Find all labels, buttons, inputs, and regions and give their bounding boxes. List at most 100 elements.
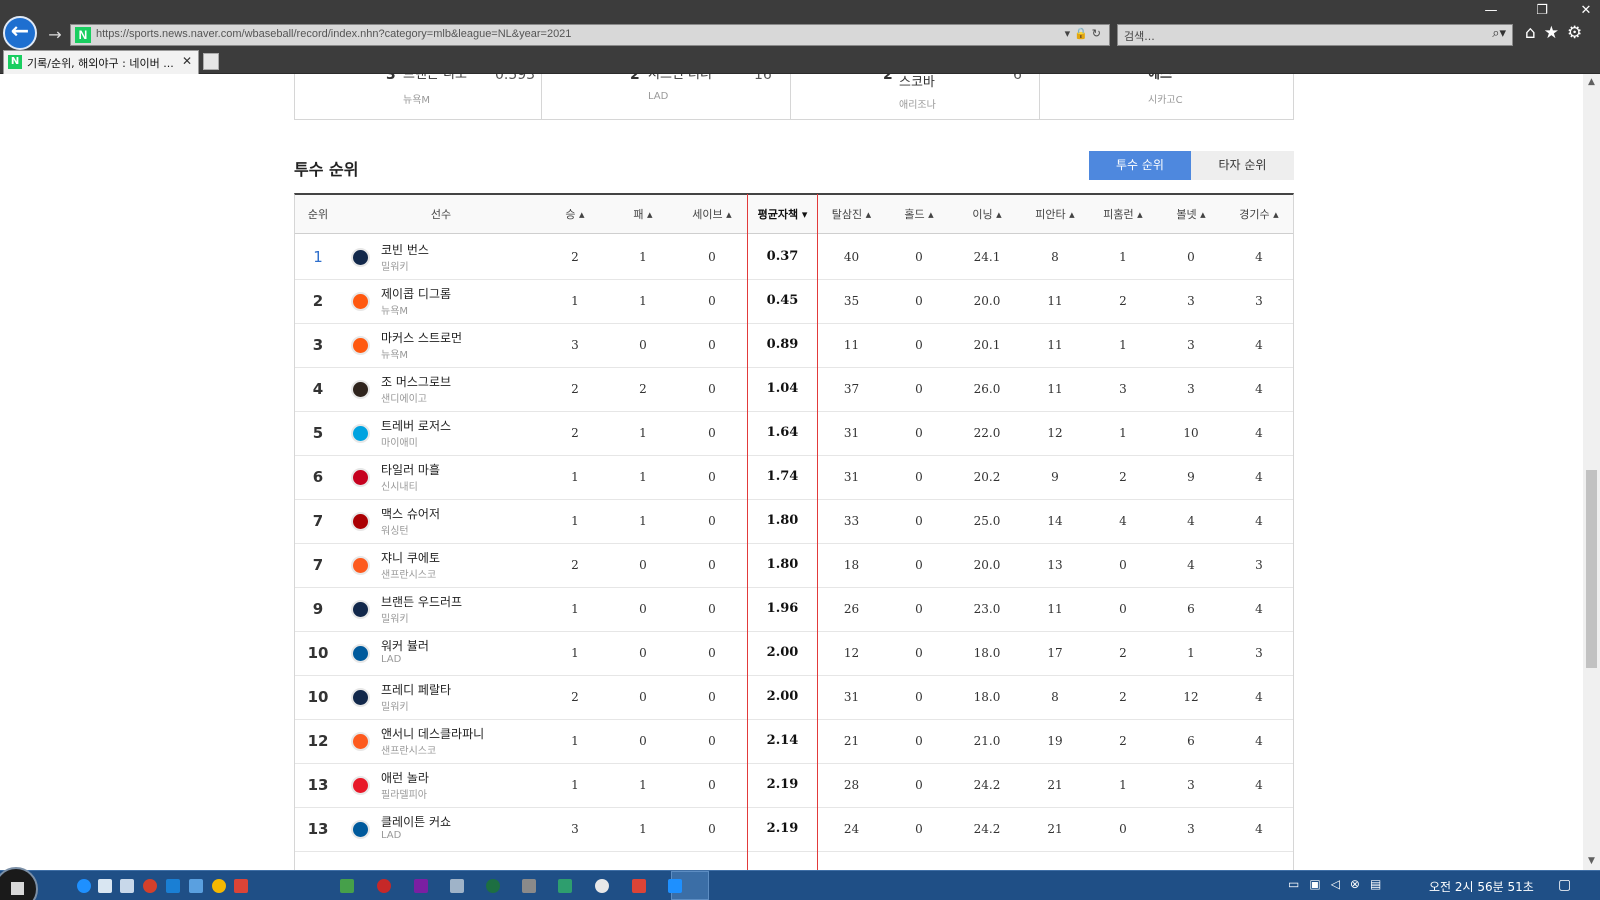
app-icon[interactable]: [143, 879, 157, 893]
table-row[interactable]: 3 마커스 스트로먼 뉴욕M 3 0 0 0.89 11 0 20.1 11 1 3 4: [295, 323, 1293, 368]
forward-button[interactable]: →: [44, 25, 66, 45]
table-row[interactable]: 9 브랜든 우드러프 밀워키 1 0 0 1.96 26 0 23.0 11 0 6 4: [295, 587, 1293, 632]
table-row[interactable]: 4 조 머스그로브 샌디에이고 2 2 0 1.04 37 0 26.0 11 3 3 4: [295, 367, 1293, 412]
start-button[interactable]: [0, 867, 38, 900]
col-homeruns[interactable]: 피홈런 ▴: [1089, 195, 1157, 234]
store-icon[interactable]: [189, 879, 203, 893]
col-hits[interactable]: 피안타 ▴: [1021, 195, 1089, 234]
app7-icon[interactable]: [522, 879, 536, 893]
restore-icon[interactable]: ❐: [1528, 2, 1556, 20]
table-row[interactable]: 10 프레디 페랄타 밀워키 2 0 0 2.00 31 0 18.0 8 2 12 4: [295, 675, 1293, 720]
chrome-icon-2[interactable]: [595, 879, 609, 893]
col-innings[interactable]: 이닝 ▴: [953, 195, 1021, 234]
minimize-icon[interactable]: —: [1477, 2, 1505, 20]
col-strikeouts[interactable]: 탈삼진 ▴: [818, 195, 885, 234]
player-team: LAD: [381, 654, 402, 665]
player-name-link[interactable]: 애런 놀라: [381, 769, 429, 786]
active-tab[interactable]: N 기록/순위, 해외야구 : 네이버 ... ✕: [3, 50, 199, 74]
player-name-link[interactable]: 맥스 슈어저: [381, 505, 440, 522]
batter-ranking-tab[interactable]: 타자 순위: [1191, 151, 1294, 180]
scroll-up-arrow-icon[interactable]: ▲: [1583, 74, 1600, 91]
col-losses[interactable]: 패 ▴: [609, 195, 677, 234]
table-row[interactable]: 13 애런 놀라 필라델피아 1 1 0 2.19 28 0 24.2 21 1 3 4: [295, 763, 1293, 808]
settings-gear-icon[interactable]: ⚙: [1567, 23, 1590, 43]
back-button[interactable]: ←: [3, 16, 37, 50]
player-name-link[interactable]: 코빈 번스: [381, 241, 429, 258]
tab-title[interactable]: 기록/순위, 해외야구 : 네이버 ...: [27, 55, 177, 71]
volume-icon[interactable]: ◁: [1331, 877, 1350, 891]
saves-cell: 0: [708, 602, 716, 616]
search-placeholder[interactable]: 검색...: [1124, 28, 1155, 44]
era-cell: 1.80: [766, 513, 799, 528]
ie-icon[interactable]: [77, 879, 91, 893]
app2-icon[interactable]: [212, 879, 226, 893]
app5-icon[interactable]: [414, 879, 428, 893]
keyboard-icon[interactable]: ▭: [1288, 877, 1309, 891]
col-walks[interactable]: 볼넷 ▴: [1157, 195, 1225, 234]
col-saves[interactable]: 세이브 ▴: [677, 195, 747, 234]
app3-icon[interactable]: [340, 879, 354, 893]
vertical-scrollbar[interactable]: ▲ ▼: [1583, 74, 1600, 870]
table-row[interactable]: 2 제이콥 디그롬 뉴욕M 1 1 0 0.45 35 0 20.0 11 2 3 3: [295, 279, 1293, 324]
notepad-icon[interactable]: [98, 879, 112, 893]
player-name-link[interactable]: 트레버 로저스: [381, 417, 451, 434]
system-tray[interactable]: ▭▣◁⊗▤: [1288, 877, 1391, 891]
player-name-link[interactable]: 제이콥 디그롬: [381, 285, 451, 302]
security-icon[interactable]: ⊗: [1350, 877, 1370, 891]
player-name-link[interactable]: 타일러 마흘: [381, 461, 440, 478]
leader-card[interactable]: 에스 시카고C: [1040, 74, 1293, 119]
table-row[interactable]: 13 클레이튼 커쇼 LAD 3 1 0 2.19 24 0 24.2 21 0 3 4: [295, 807, 1293, 852]
player-name-link[interactable]: 프레디 페랄타: [381, 681, 451, 698]
network-icon[interactable]: ▣: [1309, 877, 1330, 891]
new-tab-button[interactable]: [203, 53, 219, 70]
leader-card[interactable]: 2 저스틴 터너 16 LAD: [542, 74, 791, 119]
player-name-link[interactable]: 클레이튼 커쇼: [381, 813, 451, 830]
ie-icon-2[interactable]: [632, 879, 646, 893]
col-games[interactable]: 경기수 ▴: [1225, 195, 1293, 234]
edge-icon[interactable]: [166, 879, 180, 893]
leader-card[interactable]: 2 에두아르도 에 스코바 6 애리조나: [791, 74, 1040, 119]
table-row[interactable]: 1 코빈 번스 밀워키 2 1 0 0.37 40 0 24.1 8 1 0 4: [295, 235, 1293, 280]
url-text[interactable]: https://sports.news.naver.com/wbaseball/…: [96, 28, 571, 40]
player-name-link[interactable]: 쟈니 쿠에토: [381, 549, 440, 566]
close-window-icon[interactable]: ✕: [1572, 2, 1600, 20]
search-box[interactable]: 검색... ⌕▾: [1117, 24, 1513, 46]
window-icon[interactable]: [120, 879, 134, 893]
app8-icon[interactable]: [558, 879, 572, 893]
col-era[interactable]: 평균자책 ▾: [747, 195, 818, 234]
player-name-link[interactable]: 조 머스그로브: [381, 373, 451, 390]
notification-icon[interactable]: ▢: [1558, 877, 1571, 893]
table-row[interactable]: 10 워커 뷸러 LAD 1 0 0 2.00 12 0 18.0 17 2 1 3: [295, 631, 1293, 676]
ime-icon[interactable]: ▤: [1370, 877, 1391, 891]
player-name-link[interactable]: 마커스 스트로먼: [381, 329, 462, 346]
toolbar-icons[interactable]: ⌂★⚙: [1525, 23, 1590, 43]
table-row[interactable]: 6 타일러 마흘 신시내티 1 1 0 1.74 31 0 20.2 9 2 9 4: [295, 455, 1293, 500]
chrome-icon[interactable]: [234, 879, 248, 893]
table-row[interactable]: 12 앤서니 데스클라파니 샌프란시스코 1 0 0 2.14 21 0 21.0 19 2 6 4: [295, 719, 1293, 764]
player-name-link[interactable]: 워커 뷸러: [381, 637, 429, 654]
search-icon[interactable]: ⌕▾: [1492, 26, 1506, 41]
excel-icon[interactable]: [450, 879, 464, 893]
app9-icon[interactable]: [668, 879, 682, 893]
player-name-link[interactable]: 앤서니 데스클라파니: [381, 725, 484, 742]
player-name-link[interactable]: 브랜든 우드러프: [381, 593, 462, 610]
tab-close-icon[interactable]: ✕: [182, 54, 192, 68]
col-holds[interactable]: 홀드 ▴: [885, 195, 953, 234]
home-icon[interactable]: ⌂: [1525, 23, 1544, 43]
app6-icon[interactable]: [486, 879, 500, 893]
tab-bar: N 기록/순위, 해외야구 : 네이버 ... ✕: [0, 48, 1600, 74]
table-row[interactable]: 7 맥스 슈어저 워싱턴 1 1 0 1.80 33 0 25.0 14 4 4 4: [295, 499, 1293, 544]
leader-card[interactable]: 3 브랜든 니모 0.593 뉴욕M: [295, 74, 542, 119]
col-wins[interactable]: 승 ▴: [541, 195, 609, 234]
app4-icon[interactable]: [377, 879, 391, 893]
address-bar[interactable]: N https://sports.news.naver.com/wbasebal…: [70, 24, 1110, 46]
scroll-down-arrow-icon[interactable]: ▼: [1583, 853, 1600, 870]
taskbar-clock[interactable]: 오전 2시 56분 51초: [1429, 878, 1534, 895]
pitcher-ranking-tab[interactable]: 투수 순위: [1089, 151, 1191, 180]
table-row[interactable]: 7 쟈니 쿠에토 샌프란시스코 2 0 0 1.80 18 0 20.0 13 0 4 3: [295, 543, 1293, 588]
address-actions[interactable]: ▾🔒↻: [1065, 27, 1105, 40]
homeruns-cell: 1: [1119, 250, 1127, 264]
table-row[interactable]: 5 트레버 로저스 마이애미 2 1 0 1.64 31 0 22.0 12 1 10 4: [295, 411, 1293, 456]
scrollbar-thumb[interactable]: [1586, 470, 1597, 668]
favorites-star-icon[interactable]: ★: [1544, 23, 1567, 43]
